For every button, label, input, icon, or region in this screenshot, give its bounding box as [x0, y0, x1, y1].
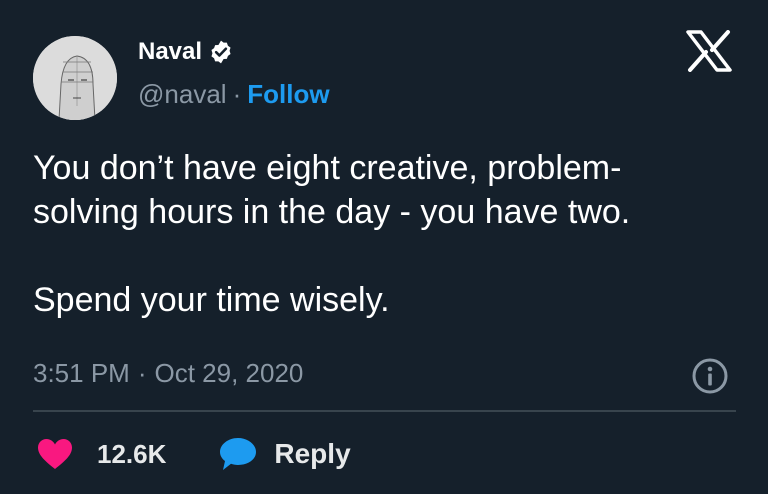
heart-icon[interactable] — [37, 438, 73, 470]
info-icon[interactable] — [690, 356, 730, 396]
tweet-time: 3:51 PM — [33, 358, 130, 388]
tweet-text: You don’t have eight creative, problem- … — [33, 149, 631, 319]
x-logo-icon[interactable] — [684, 30, 734, 72]
like-count[interactable]: 12.6K — [97, 439, 166, 470]
speech-bubble-icon — [218, 436, 258, 472]
tweet-card: Naval @naval · Follow You don’t have eig… — [0, 0, 768, 494]
avatar-sketch-image — [33, 36, 117, 120]
timestamp-separator: · — [137, 358, 147, 388]
author-handle-row: @naval · Follow — [138, 77, 330, 111]
divider — [33, 410, 736, 412]
action-bar: 12.6K Reply — [37, 432, 351, 476]
author-name-row: Naval — [138, 36, 234, 68]
follow-button[interactable]: Follow — [247, 77, 329, 111]
author-name[interactable]: Naval — [138, 36, 202, 68]
author-handle[interactable]: @naval — [138, 77, 227, 111]
verified-badge-icon — [208, 39, 234, 65]
handle-separator: · — [232, 79, 242, 109]
reply-label: Reply — [274, 438, 351, 469]
reply-button[interactable]: Reply — [218, 436, 351, 472]
avatar[interactable] — [33, 36, 117, 120]
tweet-timestamp[interactable]: 3:51 PM · Oct 29, 2020 — [33, 355, 303, 391]
tweet-date: Oct 29, 2020 — [154, 358, 304, 388]
